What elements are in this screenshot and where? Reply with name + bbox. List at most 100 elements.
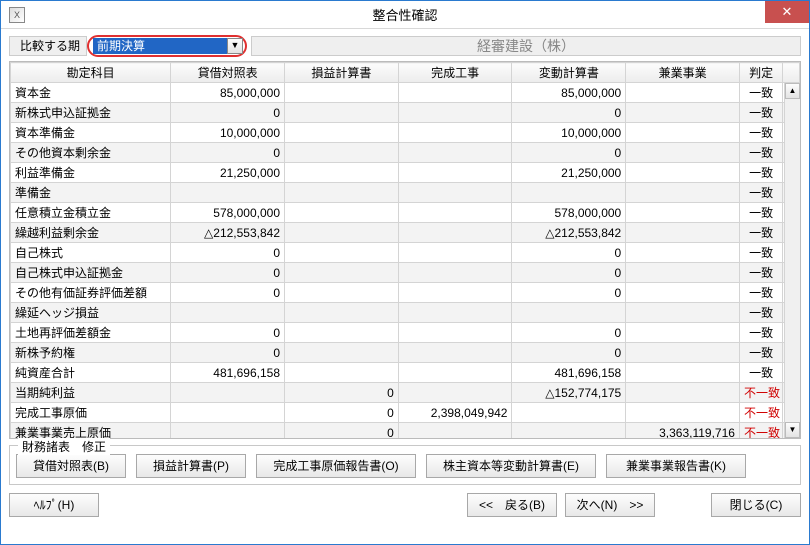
cell-cb: 0 xyxy=(512,103,626,123)
cell-pl xyxy=(285,163,399,183)
close-button[interactable]: ✕ xyxy=(765,1,809,23)
cell-cb: 85,000,000 xyxy=(512,83,626,103)
back-button[interactable]: << 戻る(B) xyxy=(467,493,557,517)
bs-report-button[interactable]: 貸借対照表(B) xyxy=(16,454,126,478)
cell-bs: 0 xyxy=(171,283,285,303)
header-row: 勘定科目 貸借対照表 損益計算書 完成工事 変動計算書 兼業事業 判定 xyxy=(11,63,800,83)
table-row[interactable]: 資本金85,000,00085,000,000一致 xyxy=(11,83,800,103)
cell-name: その他有価証券評価差額 xyxy=(11,283,171,303)
table-row[interactable]: 繰越利益剰余金△212,553,842△212,553,842一致 xyxy=(11,223,800,243)
table-row[interactable]: その他資本剰余金00一致 xyxy=(11,143,800,163)
table-row[interactable]: 任意積立金積立金578,000,000578,000,000一致 xyxy=(11,203,800,223)
close-dialog-button[interactable]: 閉じる(C) xyxy=(711,493,801,517)
cb-report-button[interactable]: 株主資本等変動計算書(E) xyxy=(426,454,596,478)
cell-pl xyxy=(285,183,399,203)
cell-cw xyxy=(398,423,512,440)
chevron-down-icon[interactable]: ▼ xyxy=(227,38,243,54)
cell-judge: 一致 xyxy=(739,343,782,363)
next-button[interactable]: 次へ(N) >> xyxy=(565,493,655,517)
kb-report-button[interactable]: 兼業事業報告書(K) xyxy=(606,454,746,478)
cell-cw xyxy=(398,223,512,243)
cell-pl xyxy=(285,103,399,123)
table-row[interactable]: 利益準備金21,250,00021,250,000一致 xyxy=(11,163,800,183)
cell-name: 新株予約権 xyxy=(11,343,171,363)
table-row[interactable]: 新株式申込証拠金00一致 xyxy=(11,103,800,123)
cell-cb: 0 xyxy=(512,343,626,363)
cell-cw: 2,398,049,942 xyxy=(398,403,512,423)
col-kb[interactable]: 兼業事業 xyxy=(626,63,740,83)
cell-pl xyxy=(285,303,399,323)
cell-cw xyxy=(398,183,512,203)
cw-report-button[interactable]: 完成工事原価報告書(O) xyxy=(256,454,416,478)
cell-kb xyxy=(626,103,740,123)
cell-name: 自己株式 xyxy=(11,243,171,263)
cell-pl xyxy=(285,323,399,343)
cell-cb: 21,250,000 xyxy=(512,163,626,183)
cell-bs xyxy=(171,423,285,440)
cell-judge: 一致 xyxy=(739,163,782,183)
cell-judge: 一致 xyxy=(739,83,782,103)
cell-cw xyxy=(398,123,512,143)
top-row: 比較する期 前期決算 ▼ 経審建設（株） xyxy=(9,35,801,57)
table-row[interactable]: 準備金一致 xyxy=(11,183,800,203)
col-scroll-spacer xyxy=(783,63,800,83)
cell-name: 当期純利益 xyxy=(11,383,171,403)
cell-kb xyxy=(626,243,740,263)
cell-kb xyxy=(626,383,740,403)
cell-kb xyxy=(626,363,740,383)
table-row[interactable]: 完成工事原価02,398,049,942不一致 xyxy=(11,403,800,423)
col-judge[interactable]: 判定 xyxy=(739,63,782,83)
cell-name: 繰延ヘッジ損益 xyxy=(11,303,171,323)
cell-cw xyxy=(398,383,512,403)
cell-bs: 0 xyxy=(171,243,285,263)
cell-name: 繰越利益剰余金 xyxy=(11,223,171,243)
cell-cb: △152,774,175 xyxy=(512,383,626,403)
table-row[interactable]: 資本準備金10,000,00010,000,000一致 xyxy=(11,123,800,143)
pl-report-button[interactable]: 損益計算書(P) xyxy=(136,454,246,478)
cell-cb xyxy=(512,303,626,323)
col-account[interactable]: 勘定科目 xyxy=(11,63,171,83)
company-name: 経審建設（株） xyxy=(251,36,801,56)
table-row[interactable]: 自己株式00一致 xyxy=(11,243,800,263)
cell-cw xyxy=(398,263,512,283)
cell-judge: 一致 xyxy=(739,103,782,123)
cell-judge: 一致 xyxy=(739,263,782,283)
table-row[interactable]: 兼業事業売上原価03,363,119,716不一致 xyxy=(11,423,800,440)
cell-judge: 一致 xyxy=(739,303,782,323)
cell-name: 純資産合計 xyxy=(11,363,171,383)
table-row[interactable]: 土地再評価差額金00一致 xyxy=(11,323,800,343)
cell-cw xyxy=(398,103,512,123)
cell-bs xyxy=(171,403,285,423)
table-row[interactable]: 純資産合計481,696,158481,696,158一致 xyxy=(11,363,800,383)
cell-kb xyxy=(626,343,740,363)
cell-bs xyxy=(171,303,285,323)
table-row[interactable]: 繰延ヘッジ損益 一致 xyxy=(11,303,800,323)
table-row[interactable]: 自己株式申込証拠金00一致 xyxy=(11,263,800,283)
table-row[interactable]: その他有価証券評価差額00一致 xyxy=(11,283,800,303)
scroll-down-icon[interactable]: ▼ xyxy=(785,422,800,438)
table-row[interactable]: 当期純利益0△152,774,175不一致 xyxy=(11,383,800,403)
vertical-scrollbar[interactable]: ▲ ▼ xyxy=(784,83,800,438)
cell-judge: 一致 xyxy=(739,203,782,223)
help-button[interactable]: ﾍﾙﾌﾟ(H) xyxy=(9,493,99,517)
cell-cb xyxy=(512,183,626,203)
table-row[interactable]: 新株予約権00一致 xyxy=(11,343,800,363)
cell-bs: 21,250,000 xyxy=(171,163,285,183)
scroll-up-icon[interactable]: ▲ xyxy=(785,83,800,99)
cell-pl: 0 xyxy=(285,423,399,440)
cell-judge: 一致 xyxy=(739,283,782,303)
col-cb[interactable]: 変動計算書 xyxy=(512,63,626,83)
cell-judge: 一致 xyxy=(739,323,782,343)
col-pl[interactable]: 損益計算書 xyxy=(285,63,399,83)
col-cw[interactable]: 完成工事 xyxy=(398,63,512,83)
compare-period-combo[interactable]: 前期決算 xyxy=(93,38,227,54)
cell-name: その他資本剰余金 xyxy=(11,143,171,163)
cell-bs: 0 xyxy=(171,323,285,343)
col-bs[interactable]: 貸借対照表 xyxy=(171,63,285,83)
cell-bs: 10,000,000 xyxy=(171,123,285,143)
cell-name: 任意積立金積立金 xyxy=(11,203,171,223)
window-title: 整合性確認 xyxy=(1,5,809,24)
cell-pl: 0 xyxy=(285,403,399,423)
cell-cw xyxy=(398,303,512,323)
cell-pl: 0 xyxy=(285,383,399,403)
